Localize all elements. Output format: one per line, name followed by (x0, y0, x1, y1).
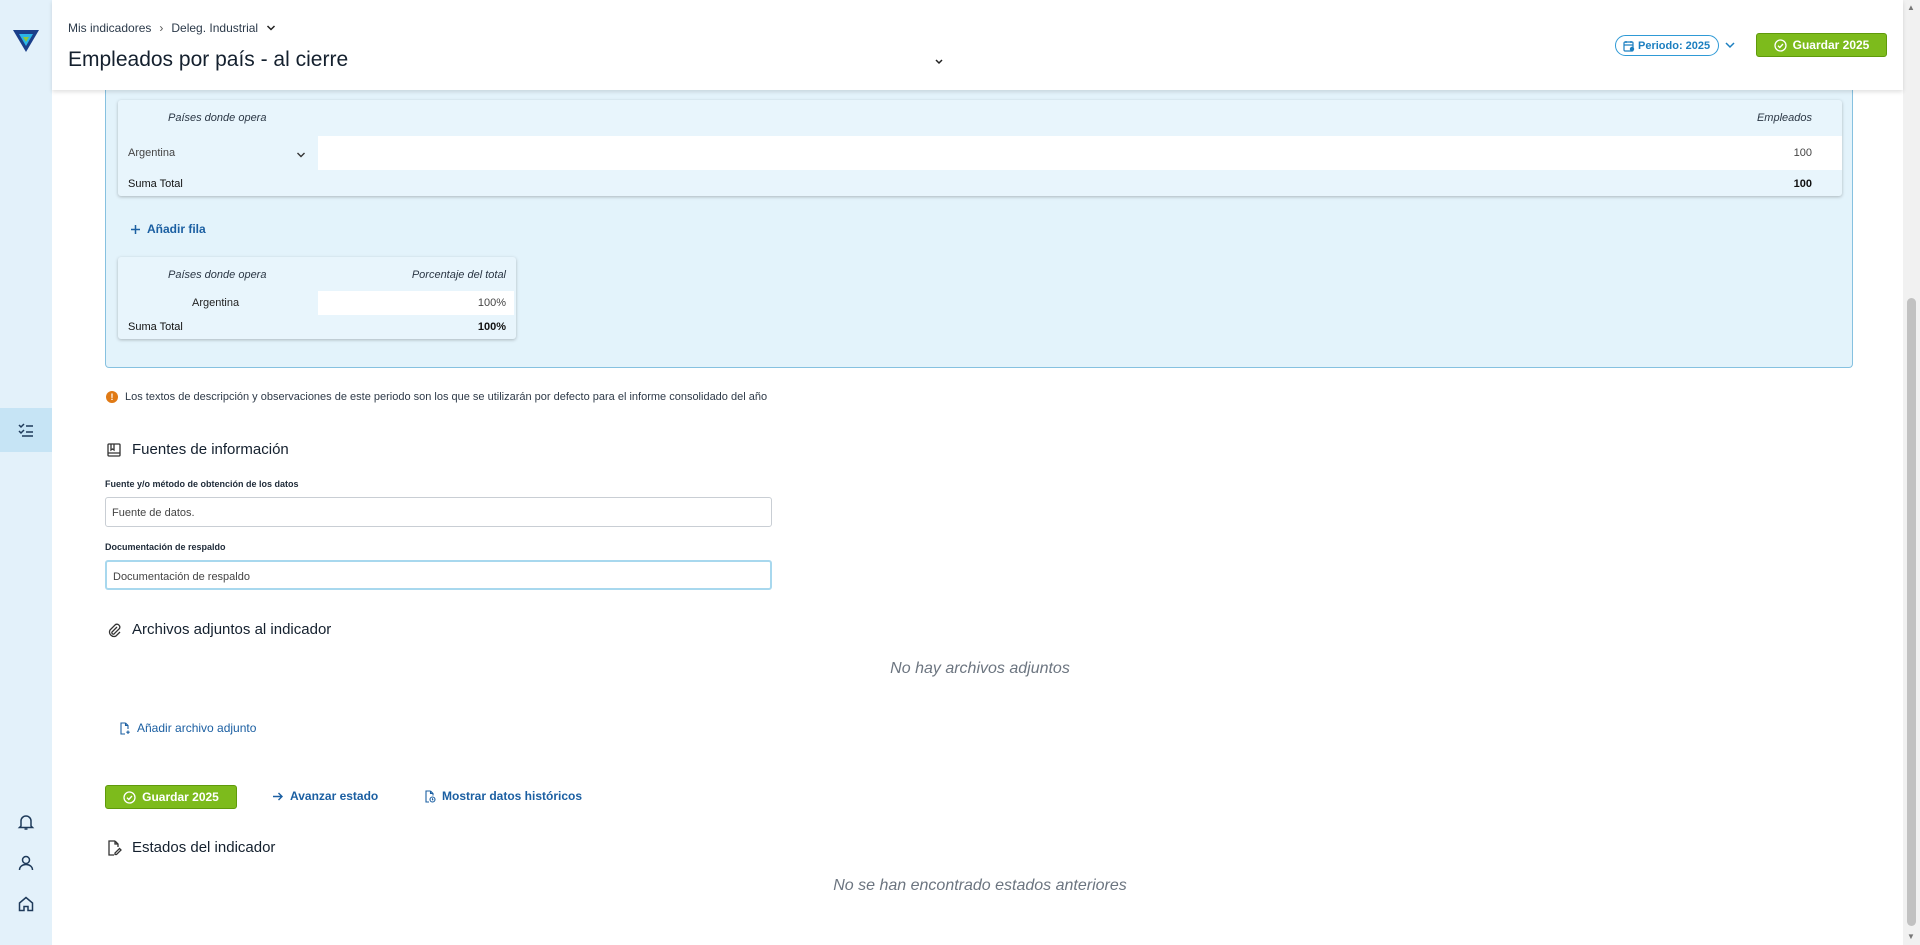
logo-icon[interactable] (13, 28, 39, 52)
add-row-button[interactable]: Añadir fila (130, 222, 206, 236)
save-button-label: Guardar 2025 (142, 790, 219, 804)
employees-value[interactable]: 100 (1794, 147, 1812, 159)
doc-field-label: Documentación de respaldo (105, 542, 226, 552)
file-add-icon (120, 721, 130, 735)
breadcrumb: Mis indicadores › Deleg. Industrial (68, 21, 276, 35)
save-button[interactable]: Guardar 2025 (1756, 33, 1887, 57)
plus-icon (131, 224, 140, 234)
no-attachments-text: No hay archivos adjuntos (890, 660, 1070, 677)
save-button-bottom[interactable]: Guardar 2025 (105, 785, 237, 809)
book-icon (107, 442, 121, 457)
checklist-icon (18, 423, 33, 437)
period-selector[interactable]: Periodo: 2025 (1615, 35, 1720, 56)
sidebar-item-notifications[interactable] (0, 800, 52, 844)
arrow-right-icon (273, 792, 283, 800)
attachments-title-text: Archivos adjuntos al indicador (132, 621, 332, 638)
show-history-label: Mostrar datos históricos (442, 789, 583, 803)
save-button-label: Guardar 2025 (1792, 38, 1870, 52)
source-field[interactable]: Fuente de datos. (105, 497, 772, 527)
calendar-icon (1623, 41, 1635, 52)
header: Mis indicadores › Deleg. Industrial Empl… (52, 0, 1903, 90)
states-title-text: Estados del indicador (132, 839, 276, 856)
advance-state-label: Avanzar estado (290, 789, 379, 803)
scroll-down-icon[interactable]: ▼ (1907, 932, 1915, 941)
source-field-label: Fuente y/o método de obtención de los da… (105, 479, 299, 489)
sidebar (0, 0, 52, 945)
indicator-data-panel: Países donde opera Empleados Argentina 1… (105, 80, 1853, 368)
consolidation-notice: ! Los textos de descripción y observacio… (106, 391, 767, 403)
country-label: Argentina (192, 297, 240, 309)
sources-section-title: Fuentes de información (106, 441, 289, 458)
breadcrumb-separator-icon: › (159, 21, 164, 35)
percent-value: 100% (477, 297, 506, 309)
column-header-country: Países donde opera (168, 269, 267, 281)
states-section-title: Estados del indicador (106, 839, 275, 856)
total-label: Suma Total (128, 321, 183, 333)
attachments-section-title: Archivos adjuntos al indicador (106, 621, 331, 638)
show-history-link[interactable]: Mostrar datos históricos (423, 789, 582, 803)
user-icon (18, 855, 34, 871)
add-attachment-button[interactable]: Añadir archivo adjunto (118, 721, 256, 735)
period-label: Periodo: 2025 (1638, 39, 1711, 52)
total-value: 100 (1793, 178, 1812, 190)
warning-icon: ! (106, 391, 118, 403)
file-edit-icon (108, 839, 122, 856)
employees-input[interactable] (318, 136, 1842, 170)
column-header-employees: Empleados (1756, 112, 1812, 124)
total-label: Suma Total (128, 178, 183, 190)
percent-table: Países donde opera Porcentaje del total … (118, 257, 516, 339)
add-row-label: Añadir fila (147, 222, 206, 236)
home-icon (18, 896, 34, 912)
page-scrollbar[interactable]: ▲ ▼ (1903, 0, 1920, 945)
paperclip-icon (108, 623, 121, 637)
no-states-text: No se han encontrado estados anteriores (833, 877, 1127, 894)
chevron-down-icon[interactable] (1724, 39, 1736, 51)
column-header-percent: Porcentaje del total (411, 269, 506, 281)
add-attachment-label: Añadir archivo adjunto (137, 721, 257, 735)
country-select[interactable]: Argentina (128, 147, 175, 159)
employees-table: Países donde opera Empleados Argentina 1… (118, 100, 1842, 196)
breadcrumb-root[interactable]: Mis indicadores (68, 21, 151, 35)
total-value: 100% (477, 321, 506, 333)
check-circle-icon (123, 790, 136, 804)
sources-title-text: Fuentes de información (132, 441, 289, 458)
page-title: Empleados por país - al cierre (68, 48, 349, 71)
advance-state-link[interactable]: Avanzar estado (271, 789, 378, 803)
notice-text: Los textos de descripción y observacione… (125, 391, 768, 403)
scrollbar-thumb[interactable] (1907, 298, 1916, 926)
check-circle-icon (1773, 38, 1787, 52)
file-history-icon (425, 789, 436, 803)
chevron-down-icon[interactable] (296, 150, 306, 160)
column-header-country: Países donde opera (168, 112, 267, 124)
chevron-down-icon[interactable] (934, 56, 944, 66)
doc-field[interactable]: Documentación de respaldo (105, 560, 772, 590)
breadcrumb-current[interactable]: Deleg. Industrial (171, 21, 258, 35)
scroll-up-icon[interactable]: ▲ (1907, 3, 1915, 12)
bell-icon (17, 815, 35, 830)
chevron-down-icon[interactable] (266, 23, 276, 33)
sidebar-item-indicators[interactable] (0, 408, 52, 452)
